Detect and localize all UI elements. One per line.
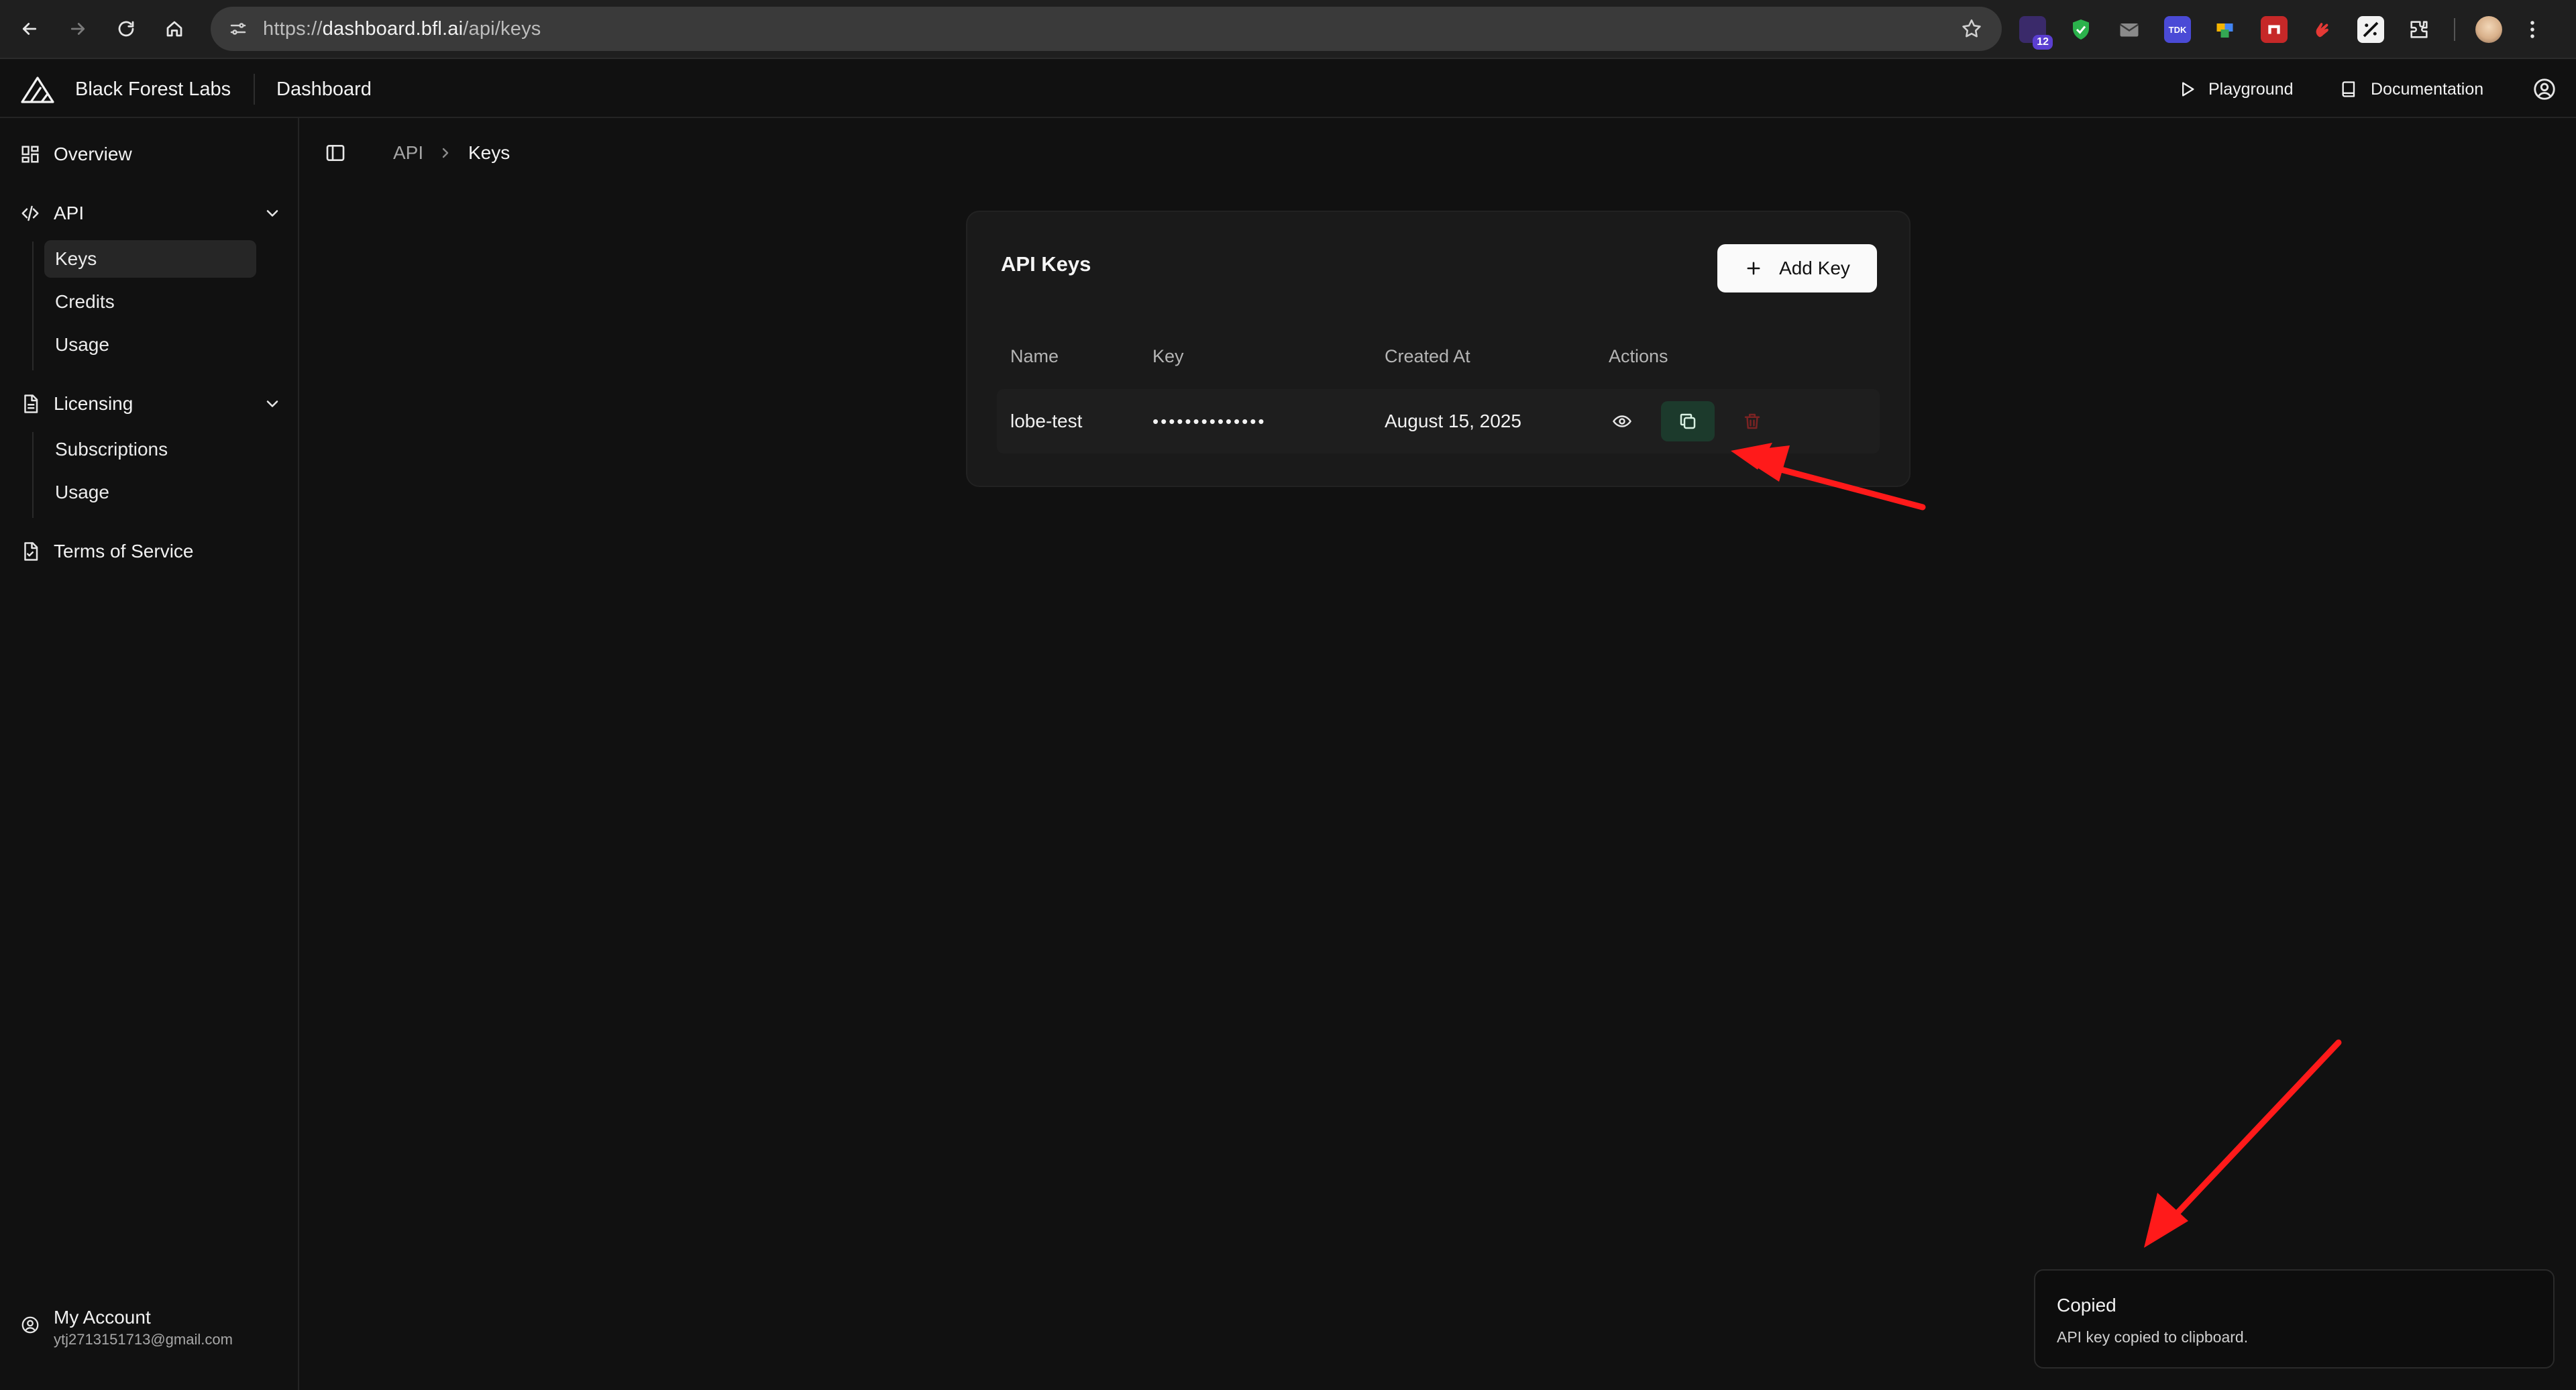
user-circle-icon [21,1316,39,1334]
column-header-actions: Actions [1609,346,1668,366]
playground-link[interactable]: Playground [2178,60,2293,118]
app-header: Black Forest Labs Dashboard Playground D… [0,60,2576,118]
bookmark-star-icon[interactable] [1960,17,1983,40]
profile-avatar[interactable] [2475,16,2502,43]
sidebar-toggle-icon[interactable] [325,142,346,164]
account-menu[interactable]: My Account ytj2713151713@gmail.com [20,1305,233,1350]
sidebar-item-credits[interactable]: Credits [44,283,256,321]
red-hand-extension-icon[interactable] [2309,16,2336,43]
column-header-name: Name [1010,346,1059,366]
sidebar-item-label: API [54,203,85,223]
sidebar-item-licensing[interactable]: Licensing [20,385,282,423]
sidebar: Overview API Keys Credits Usage Licensin… [0,118,299,1390]
created-at-cell: August 15, 2025 [1385,411,1521,431]
extension-badge: 12 [2033,35,2053,50]
site-settings-icon[interactable] [227,17,250,40]
sidebar-item-overview[interactable]: Overview [20,136,282,173]
tdk-extension-icon[interactable]: TDK [2164,16,2191,43]
column-header-key: Key [1152,346,1184,366]
url-text: https://dashboard.bfl.ai/api/keys [263,17,541,40]
view-key-button[interactable] [1595,401,1649,441]
reload-icon[interactable] [107,10,145,48]
toast-description: API key copied to clipboard. [2057,1328,2249,1346]
column-header-created: Created At [1385,346,1470,366]
documentation-link[interactable]: Documentation [2340,60,2483,118]
address-bar[interactable]: https://dashboard.bfl.ai/api/keys [211,7,2002,51]
sidebar-item-api[interactable]: API [20,195,282,232]
puzzle-extensions-icon[interactable] [2406,16,2432,43]
annotation-arrows [1731,443,2342,1248]
sidebar-item-terms[interactable]: Terms of Service [20,533,282,570]
bfl-logo-icon[interactable] [20,74,55,105]
plus-icon [1747,262,1760,275]
copy-icon [1680,413,1696,429]
browser-toolbar: https://dashboard.bfl.ai/api/keys 12 TDK [0,0,2576,59]
chevron-right-icon [437,145,453,161]
copy-key-button[interactable] [1661,401,1715,441]
submenu-rail [32,242,34,370]
sidebar-item-licensing-usage[interactable]: Usage [44,474,256,511]
add-key-button[interactable]: Add Key [1717,244,1877,292]
account-email: ytj2713151713@gmail.com [54,1331,233,1348]
add-key-label: Add Key [1779,258,1850,278]
delete-key-button[interactable] [1725,401,1779,441]
account-label: My Account [54,1307,151,1328]
red-extension-icon[interactable] [2261,16,2288,43]
play-icon [2182,82,2194,97]
sidebar-item-api-usage[interactable]: Usage [44,326,256,364]
trash-icon [1744,413,1760,429]
colorful-extension-icon[interactable] [2212,16,2239,43]
forward-arrow-icon[interactable] [59,10,97,48]
table-row: lobe-test •••••••••••••• August 15, 2025 [997,389,1880,453]
sidebar-item-label: Overview [54,144,132,164]
breadcrumb-api[interactable]: API [393,118,423,188]
sidebar-item-label: Licensing [54,393,133,414]
chevron-down-icon[interactable] [263,394,282,413]
document-icon [24,394,38,413]
browser-menu-icon[interactable] [2522,16,2542,43]
submenu-rail [32,432,34,518]
file-check-icon [24,542,38,561]
dashboard-title[interactable]: Dashboard [276,60,372,118]
brand-name[interactable]: Black Forest Labs [75,60,231,118]
sidebar-item-subscriptions[interactable]: Subscriptions [44,431,256,468]
extension-purple-icon[interactable]: 12 [2019,16,2053,50]
back-arrow-icon[interactable] [11,10,48,48]
sidebar-item-label: Terms of Service [54,541,194,562]
code-icon [21,205,39,221]
chevron-down-icon[interactable] [263,204,282,223]
key-name-cell: lobe-test [1010,411,1083,431]
key-masked-cell: •••••••••••••• [1152,411,1267,431]
toast-title: Copied [2057,1295,2116,1316]
header-divider [254,74,255,105]
home-icon[interactable] [156,10,193,48]
api-keys-card: API Keys Add Key Name Key Created At Act… [966,211,1911,487]
extensions-tray: 12 TDK [2019,0,2542,59]
card-title: API Keys [1001,252,1091,276]
book-icon [2342,81,2355,97]
documentation-label: Documentation [2371,79,2484,99]
user-circle-icon[interactable] [2532,76,2557,102]
eye-icon [1613,415,1631,427]
toast-notification: Copied API key copied to clipboard. [2034,1269,2555,1369]
playground-label: Playground [2208,79,2294,99]
dice-extension-icon[interactable] [2357,16,2384,43]
tray-divider [2454,18,2455,41]
grid-icon [21,146,39,163]
mail-extension-icon[interactable] [2116,16,2143,43]
sidebar-item-keys[interactable]: Keys [44,240,256,278]
arrow-to-toast [2144,1039,2342,1248]
breadcrumb-keys: Keys [468,142,511,163]
shield-extension-icon[interactable] [2068,16,2094,43]
